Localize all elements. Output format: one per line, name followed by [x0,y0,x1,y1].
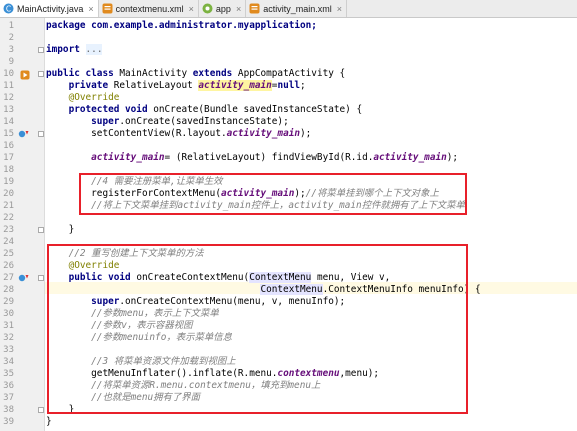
tab-app[interactable]: app × [199,0,247,17]
fold-toggle-icon[interactable] [38,275,44,281]
svg-text:C: C [6,4,11,13]
line-number: 36 [3,381,14,391]
gutter-divider [44,18,45,431]
code-line[interactable]: super.onCreate(savedInstanceState); [46,116,289,128]
line-number: 34 [3,357,14,367]
close-tab-icon[interactable]: × [88,4,93,14]
fold-toggle-icon[interactable] [38,131,44,137]
line-number: 13 [3,105,14,115]
line-number: 28 [3,285,14,295]
tab-contextmenu-xml[interactable]: contextmenu.xml × [99,0,199,17]
code-line[interactable]: activity_main= (RelativeLayout) findView… [46,152,458,164]
line-number: 22 [3,213,14,223]
fold-toggle-icon[interactable] [38,47,44,53]
line-number: 11 [3,81,14,91]
code-line[interactable]: private RelativeLayout activity_main=nul… [46,80,306,92]
code-line[interactable]: import ... [46,44,103,56]
line-number: 37 [3,393,14,403]
line-number: 33 [3,345,14,355]
line-number: 12 [3,93,14,103]
run-class-icon[interactable] [20,70,30,80]
close-tab-icon[interactable]: × [337,4,342,14]
line-number: 38 [3,405,14,415]
line-number: 1 [8,21,14,31]
line-number: 32 [3,333,14,343]
android-module-icon [202,3,213,14]
line-number: 3 [8,45,14,55]
line-number: 29 [3,297,14,307]
code-line[interactable]: package com.example.administrator.myappl… [46,20,317,32]
line-number: 20 [3,189,14,199]
java-class-icon: C [3,3,14,14]
fold-toggle-icon[interactable] [38,227,44,233]
xml-layout-icon [102,3,113,14]
code-line[interactable]: } [46,416,52,428]
line-number: 27 [3,273,14,283]
line-number: 24 [3,237,14,247]
editor-tab-bar: C MainActivity.java × contextmenu.xml × … [0,0,577,18]
close-tab-icon[interactable]: × [189,4,194,14]
fold-toggle-icon[interactable] [38,407,44,413]
code-line[interactable]: @Override [46,92,120,104]
line-number: 31 [3,321,14,331]
tab-label: activity_main.xml [263,3,332,14]
code-line[interactable]: setContentView(R.layout.activity_main); [46,128,311,140]
fold-toggle-icon[interactable] [38,71,44,77]
line-number: 16 [3,141,14,151]
line-number: 23 [3,225,14,235]
xml-layout-icon [249,3,260,14]
tab-label: contextmenu.xml [115,3,184,14]
line-number: 18 [3,165,14,175]
line-number: 9 [8,57,14,67]
line-number: 15 [3,129,14,139]
line-number: 14 [3,117,14,127]
tab-mainactivity-java[interactable]: C MainActivity.java × [0,0,99,17]
line-number: 35 [3,369,14,379]
code-line[interactable]: } [46,224,75,236]
line-number: 26 [3,261,14,271]
tab-label: app [215,3,231,14]
code-line[interactable]: public class MainActivity extends AppCom… [46,68,345,80]
line-number: 17 [3,153,14,163]
annotation-box-override [47,244,468,414]
line-number: 25 [3,249,14,259]
close-tab-icon[interactable]: × [236,4,241,14]
line-number: 19 [3,177,14,187]
line-number: 21 [3,201,14,211]
line-number: 10 [3,69,14,79]
line-number: 30 [3,309,14,319]
override-method-icon[interactable] [18,273,29,283]
line-number: 39 [3,417,14,427]
tab-activity-main-xml[interactable]: activity_main.xml × [246,0,347,17]
line-number: 2 [8,33,14,43]
annotation-box-register [79,173,467,215]
override-method-icon[interactable] [18,129,29,139]
code-line[interactable]: protected void onCreate(Bundle savedInst… [46,104,363,116]
tab-label: MainActivity.java [17,3,84,14]
